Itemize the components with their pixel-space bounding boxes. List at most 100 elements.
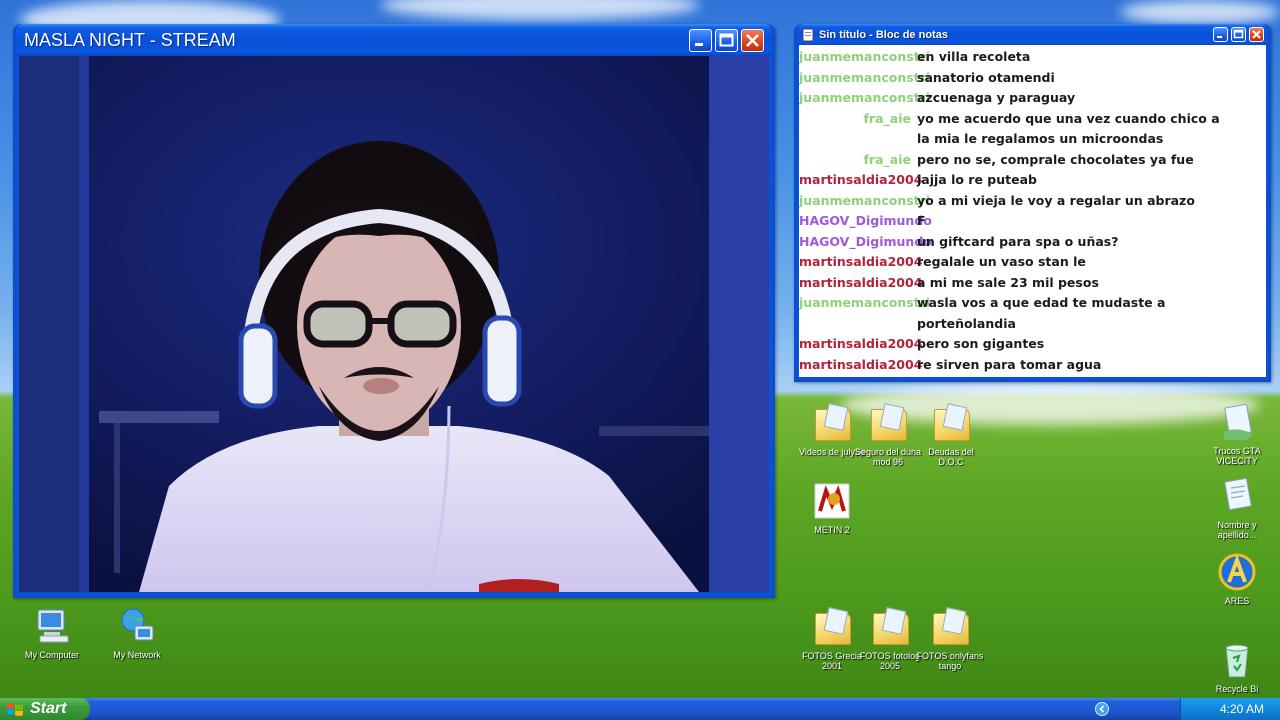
chat-username: fra_aie <box>863 110 912 126</box>
cloud-decoration <box>1120 0 1280 24</box>
notepad-maximize-button[interactable] <box>1231 27 1246 42</box>
chat-text: F <box>917 213 926 228</box>
icon-label: Recycle Bi <box>1215 684 1259 694</box>
chat-message: juanmemanconstri wasla vos a que edad te … <box>799 293 1262 334</box>
cloud-decoration <box>380 0 700 20</box>
close-icon <box>1252 30 1261 39</box>
computer-icon <box>32 606 72 646</box>
close-button[interactable] <box>741 28 764 52</box>
chat-text: a mi me sale 23 mil pesos <box>917 274 1099 290</box>
desktop-icon-fotos-onlyfans-folder[interactable]: FOTOS onlyfans tango <box>915 607 985 671</box>
notepad-close-button[interactable] <box>1249 27 1264 42</box>
chat-text: sanatorio otamendi <box>917 69 1055 85</box>
stream-window-title: MASLA NIGHT - STREAM <box>24 29 236 50</box>
icon-label: FOTOS onlyfans tango <box>916 651 984 671</box>
chat-username: juanmemanconstri <box>799 49 931 64</box>
chat-message: martinsaldia2004 a mi me sale 23 mil peso… <box>799 273 1262 294</box>
ares-app-icon <box>1217 552 1257 592</box>
notepad-chat-window[interactable]: Sin título - Bloc de notas juanmemancons… <box>794 24 1271 382</box>
desktop-icon-my-computer[interactable]: My Computer <box>17 606 87 660</box>
chat-username: martinsaldia2004 <box>799 254 923 269</box>
chat-message: martinsaldia2004 pero son gigantes <box>799 334 1262 355</box>
notepad-titlebar[interactable]: Sin título - Bloc de notas <box>797 24 1268 45</box>
chat-text: yo me acuerdo que una vez cuando chico a… <box>917 110 1220 147</box>
chat-message: fra_aie pero no se, comprale chocolates y… <box>799 150 1262 171</box>
chat-text: regalale un vaso stan le <box>917 254 1086 269</box>
webcam-video <box>19 56 769 592</box>
desktop-icon-my-network[interactable]: My Network <box>102 606 172 660</box>
close-icon <box>746 33 759 47</box>
desktop-icon-deudas-folder[interactable]: Deudas del D.O.C <box>916 403 986 467</box>
chat-text-area[interactable]: juanmemanconstri en villa recoleta juanme… <box>799 45 1266 377</box>
chat-text: yo a mi vieja le voy a regalar un abrazo <box>917 192 1195 208</box>
minimize-icon <box>695 42 703 46</box>
network-icon <box>117 606 157 646</box>
desktop-icon-nombre-apellido[interactable]: Nombre y apellido... <box>1202 476 1272 540</box>
chat-username: juanmemanconstri <box>799 90 931 105</box>
icon-label: Trucos GTA VICECITY <box>1213 446 1261 466</box>
taskbar: Start 4:20 AM <box>0 698 1280 720</box>
maximize-button[interactable] <box>715 28 738 52</box>
windows-flag-icon <box>7 703 23 716</box>
desktop-icon-recycle-bin[interactable]: Recycle Bi <box>1202 640 1272 694</box>
maximize-icon <box>719 33 734 46</box>
folder-icon <box>812 607 852 647</box>
streamer-webcam-image <box>19 56 769 592</box>
chat-text: un giftcard para spa o uñas? <box>917 233 1119 249</box>
desktop-icon-seguro-folder[interactable]: Seguro del duna mod 96 <box>853 403 923 467</box>
folder-icon <box>931 403 971 443</box>
maximize-icon <box>1233 29 1244 39</box>
chat-text: azcuenaga y paraguay <box>917 90 1076 105</box>
stream-titlebar[interactable]: MASLA NIGHT - STREAM <box>16 24 772 56</box>
chat-username: martinsaldia2004 <box>799 336 923 351</box>
desktop-icon-ares[interactable]: ARES <box>1202 552 1272 606</box>
desktop-icon-metin2[interactable]: METIN 2 <box>797 481 867 535</box>
notepad-icon <box>802 28 814 41</box>
minimize-icon <box>1217 36 1222 38</box>
icon-label: ARES <box>1224 596 1250 606</box>
desktop-icon-trucos-gta[interactable]: Trucos GTA VICECITY <box>1202 402 1272 466</box>
chat-username: juanmemanconstri <box>799 69 931 85</box>
icon-label: My Computer <box>24 650 79 660</box>
notepad-minimize-button[interactable] <box>1213 27 1228 42</box>
chat-message: martinsaldia2004 re sirven para tomar agu… <box>799 355 1262 376</box>
chat-username: martinsaldia2004 <box>799 274 923 290</box>
minimize-button[interactable] <box>689 28 712 52</box>
chat-message: juanmemanconstri sanatorio otamendi <box>799 68 1262 89</box>
folder-icon <box>812 403 852 443</box>
recycle-bin-icon <box>1217 640 1257 680</box>
icon-label: METIN 2 <box>814 525 850 535</box>
chat-message: martinsaldia2004 regalale un vaso stan le <box>799 252 1262 273</box>
chat-message: juanmemanconstri en villa recoleta <box>799 47 1262 68</box>
stream-window[interactable]: MASLA NIGHT - STREAM <box>13 24 775 598</box>
system-tray[interactable]: 4:20 AM <box>1095 698 1280 720</box>
start-button[interactable]: Start <box>0 698 90 720</box>
chat-text: pero no se, comprale chocolates ya fue <box>917 151 1194 167</box>
chat-username: fra_aie <box>863 151 912 167</box>
chat-text: re sirven para tomar agua <box>917 356 1102 372</box>
folder-icon <box>868 403 908 443</box>
document-icon <box>1217 476 1257 516</box>
chat-username: HAGOV_Digimundo <box>799 213 932 228</box>
chat-message: juanmemanconstri azcuenaga y paraguay <box>799 88 1262 109</box>
chat-username: martinsaldia2004 <box>799 356 923 372</box>
chat-text: jajja lo re puteab <box>917 172 1037 187</box>
chat-message: HAGOV_Digimundo un giftcard para spa o uñ… <box>799 232 1262 253</box>
icon-label: Nombre y apellido... <box>1217 520 1257 540</box>
icon-label: Deudas del D.O.C <box>928 447 974 467</box>
chat-username: martinsaldia2004 <box>799 172 923 187</box>
document-icon <box>1217 402 1257 442</box>
chat-text: wasla vos a que edad te mudaste a porteñ… <box>917 295 1166 331</box>
icon-label: Seguro del duna mod 96 <box>854 447 922 467</box>
folder-icon <box>930 607 970 647</box>
chat-message: HAGOV_Digimundo F <box>799 211 1262 232</box>
notepad-window-title: Sin título - Bloc de notas <box>819 28 948 41</box>
folder-icon <box>870 607 910 647</box>
clock: 4:20 AM <box>1219 702 1264 716</box>
chevron-left-icon[interactable] <box>1095 702 1109 716</box>
metin2-game-icon <box>812 481 852 521</box>
chat-text: pero son gigantes <box>917 336 1045 351</box>
chat-message: juanmemanconstri yo a mi vieja le voy a r… <box>799 191 1262 212</box>
chat-username: juanmemanconstri <box>799 295 931 310</box>
chat-message: fra_aie yo me acuerdo que una vez cuando … <box>799 109 1262 150</box>
